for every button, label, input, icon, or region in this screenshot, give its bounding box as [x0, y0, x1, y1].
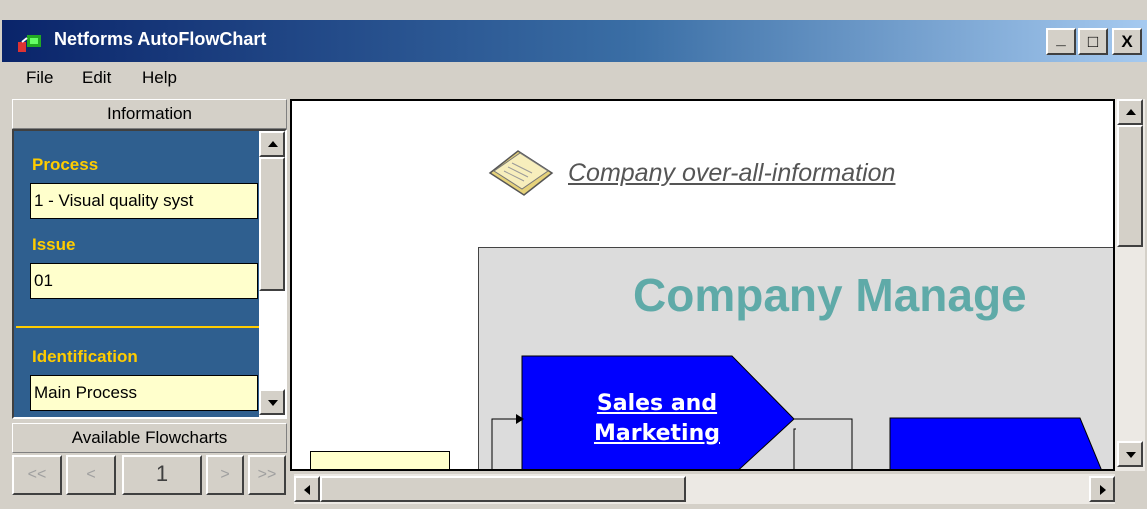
arrow-up-icon — [268, 141, 278, 147]
canvas-scroll-down-button[interactable] — [1117, 441, 1143, 467]
identification-label: Identification — [32, 347, 138, 366]
maximize-button[interactable]: □ — [1078, 28, 1108, 55]
arrow-left-icon — [304, 485, 310, 495]
connector-arrow — [491, 418, 516, 469]
canvas-hscroll-thumb[interactable] — [320, 476, 686, 502]
issue-field[interactable]: 01 — [30, 263, 258, 299]
arrow-up-icon — [1126, 109, 1136, 115]
canvas-vscroll-thumb[interactable] — [1117, 125, 1143, 247]
canvas-vertical-scrollbar[interactable] — [1115, 99, 1145, 471]
arrow-right-icon — [1100, 485, 1106, 495]
next-page-button[interactable]: > — [206, 455, 244, 495]
flowchart-canvas[interactable]: Company over-all-information Company Man… — [290, 99, 1115, 471]
first-page-button[interactable]: << — [12, 455, 62, 495]
minimize-button[interactable]: _ — [1046, 28, 1076, 55]
flow-node-blue-right — [889, 417, 1102, 469]
process-field[interactable]: 1 - Visual quality syst — [30, 183, 258, 219]
canvas-scroll-right-button[interactable] — [1089, 476, 1115, 502]
sales-marketing-label[interactable]: Sales and Marketing — [582, 389, 732, 449]
menu-help[interactable]: Help — [142, 68, 177, 88]
scroll-up-button[interactable] — [259, 131, 285, 157]
connector-line-2 — [793, 428, 796, 469]
identification-field[interactable]: Main Process — [30, 375, 258, 411]
canvas-scroll-left-button[interactable] — [294, 476, 320, 502]
window-title: Netforms AutoFlowChart — [54, 29, 267, 49]
menu-bar: File Edit Help — [2, 62, 1147, 94]
information-header: Information — [12, 99, 287, 129]
arrow-down-icon — [268, 400, 278, 406]
canvas-horizontal-scrollbar[interactable] — [294, 474, 1115, 504]
process-label: Process — [32, 155, 99, 174]
close-button[interactable]: X — [1112, 28, 1142, 55]
info-scrollbar[interactable] — [259, 131, 285, 417]
canvas-scroll-up-button[interactable] — [1117, 99, 1143, 125]
app-window: Netforms AutoFlowChart _ □ X File Edit H… — [0, 0, 1147, 509]
left-panel: Information Process 1 - Visual quality s… — [12, 99, 287, 504]
issue-label: Issue — [32, 235, 76, 254]
connector-line — [794, 418, 853, 469]
menu-edit[interactable]: Edit — [82, 68, 111, 88]
scroll-down-button[interactable] — [259, 389, 285, 415]
prev-page-button[interactable]: < — [66, 455, 116, 495]
flowchart-navigator: << < 1 > >> — [12, 449, 287, 499]
scroll-thumb[interactable] — [259, 157, 285, 291]
arrow-down-icon — [1126, 452, 1136, 458]
menu-file[interactable]: File — [26, 68, 53, 88]
title-bar[interactable]: Netforms AutoFlowChart — [2, 20, 1147, 62]
information-box: Process 1 - Visual quality syst Issue 01… — [12, 129, 287, 419]
last-page-button[interactable]: >> — [248, 455, 286, 495]
app-icon — [18, 35, 41, 52]
page-number: 1 — [122, 455, 202, 495]
separator — [16, 326, 266, 328]
